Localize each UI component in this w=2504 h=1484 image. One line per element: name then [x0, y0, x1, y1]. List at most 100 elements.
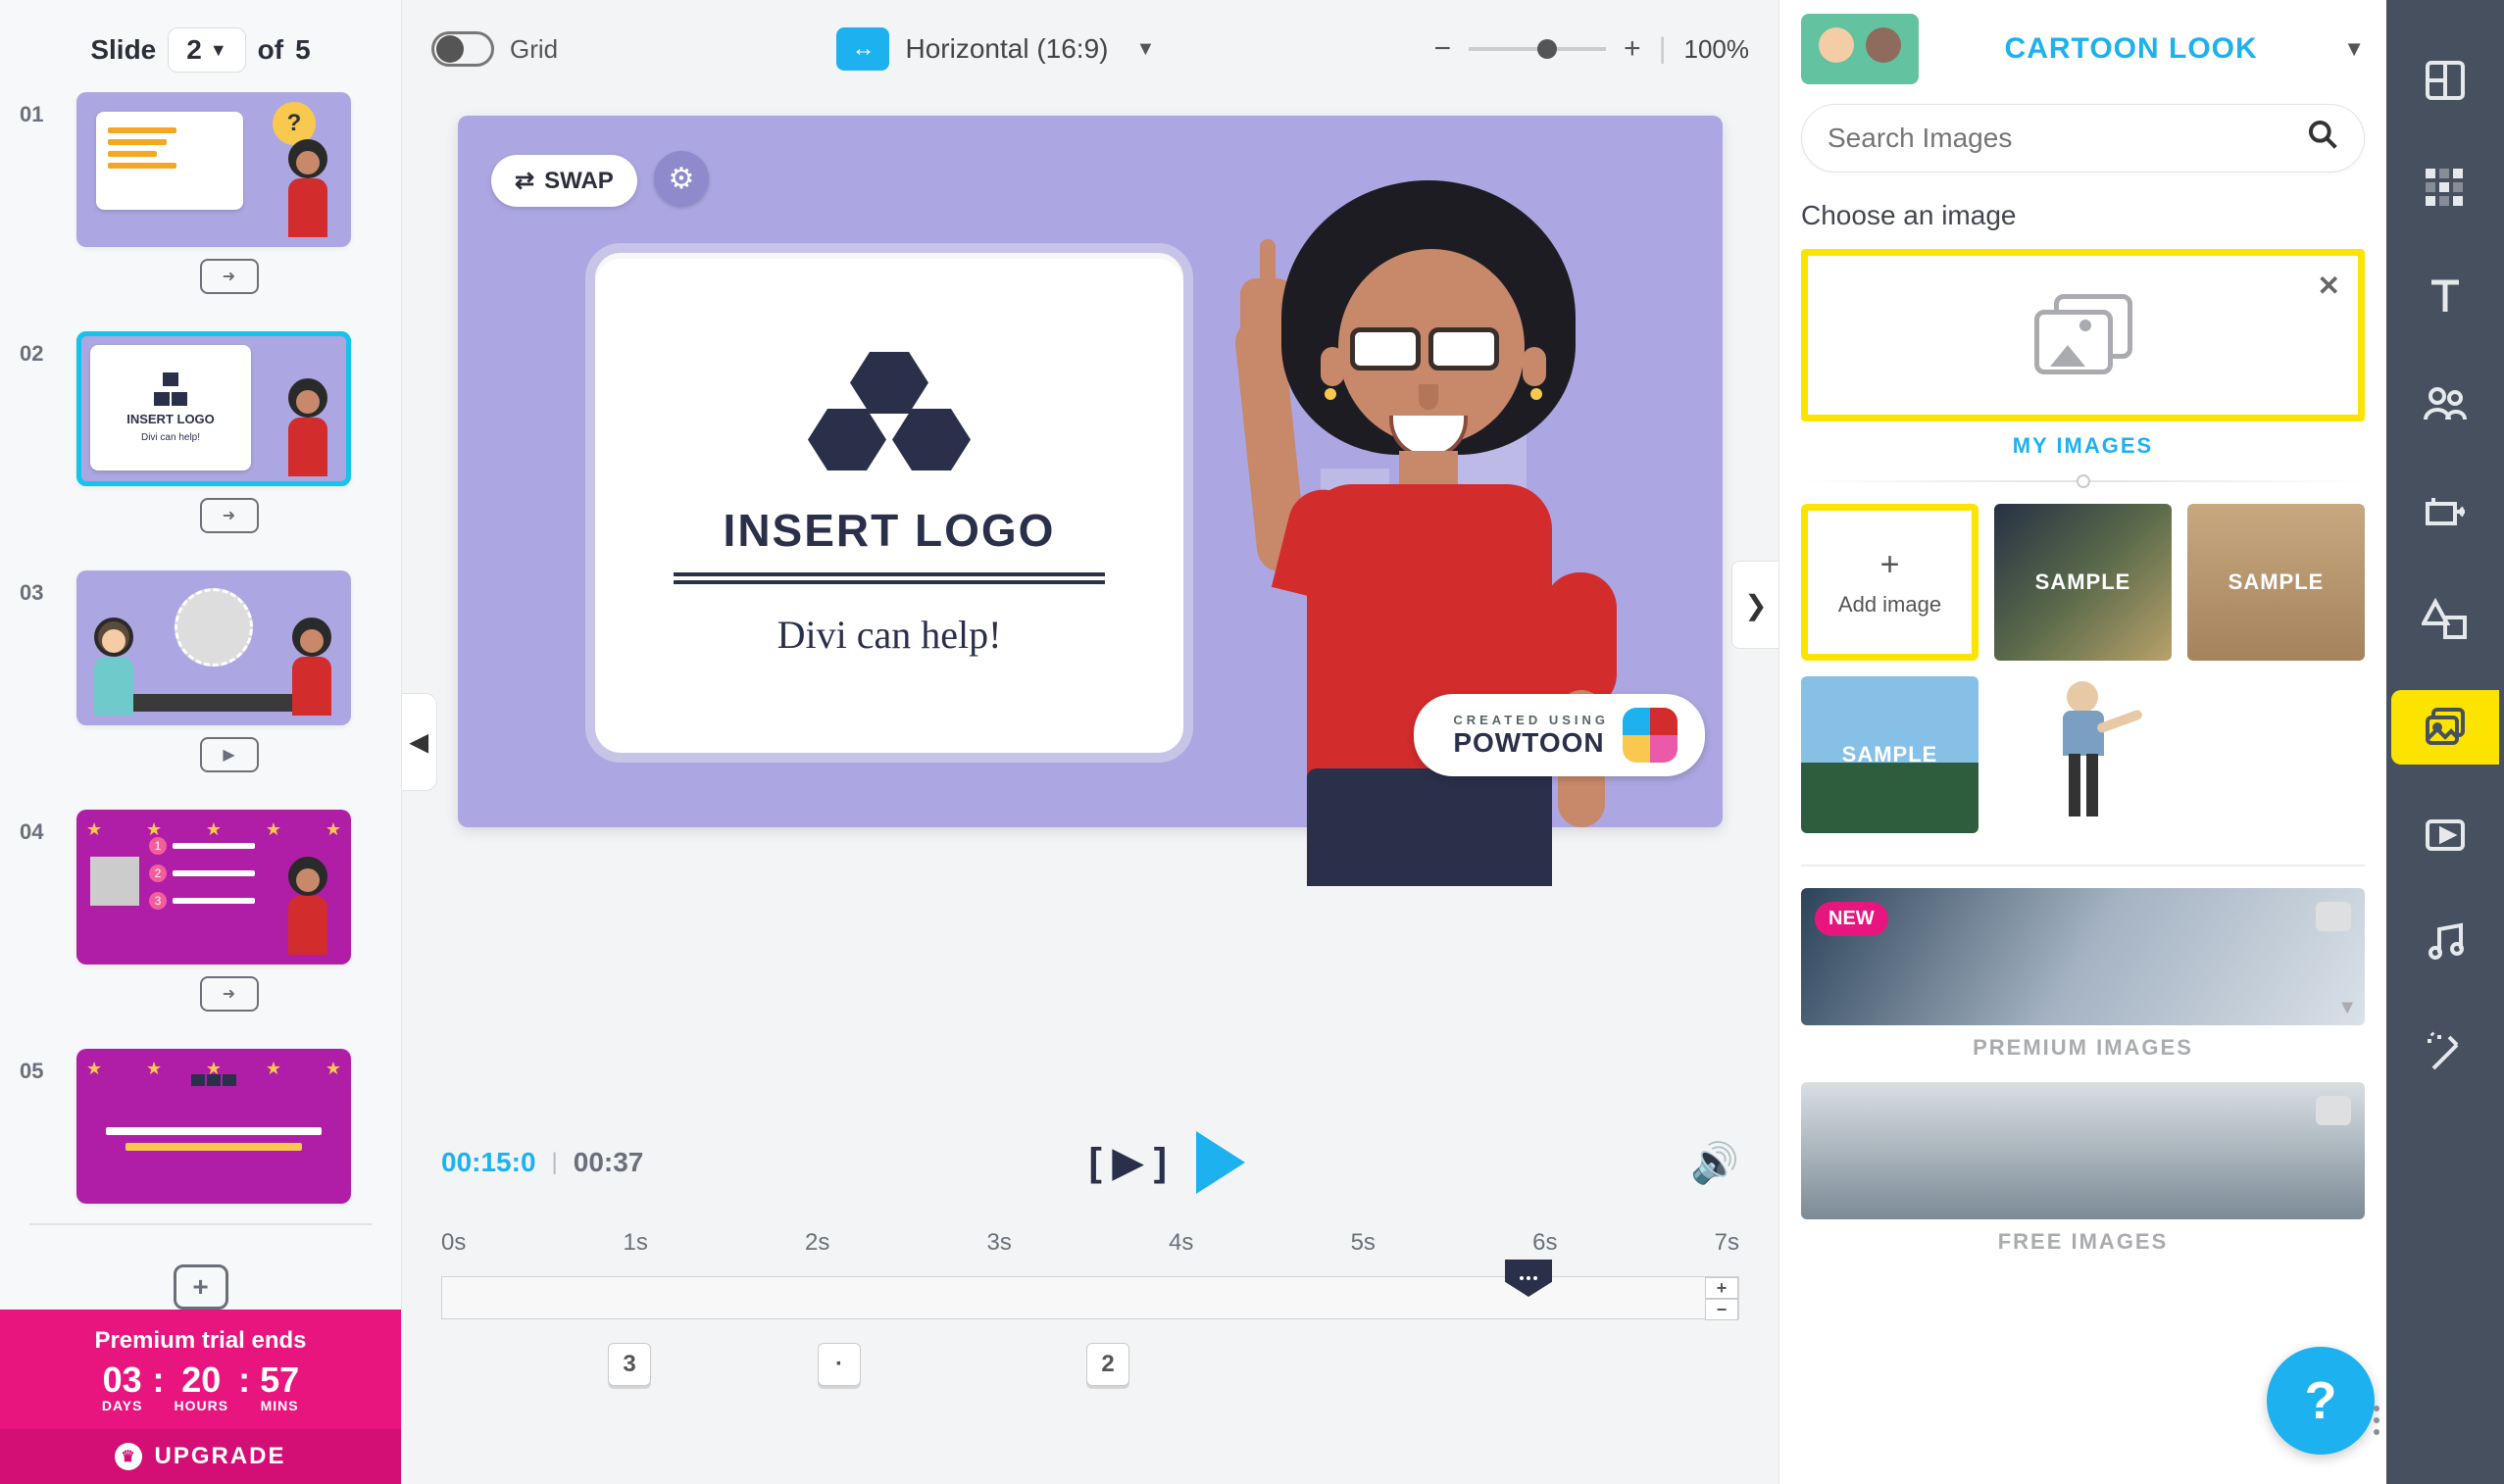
play-segment-button[interactable]: [ ▶ ] — [1088, 1140, 1167, 1185]
volume-button[interactable]: 🔊 — [1690, 1140, 1739, 1186]
sample-image[interactable] — [1994, 676, 2172, 833]
transition-button[interactable]: ➜ — [200, 976, 259, 1012]
logo-card[interactable]: INSERT LOGO Divi can help! — [585, 243, 1193, 763]
slide-total: 5 — [295, 34, 311, 66]
timeline-item[interactable]: 2 — [1086, 1343, 1129, 1386]
tool-characters[interactable] — [2408, 367, 2482, 441]
timeline-item[interactable]: 3 — [608, 1343, 651, 1386]
time-total: 00:37 — [574, 1147, 644, 1178]
premium-images-promo[interactable]: NEW ▼ — [1801, 888, 2365, 1025]
premium-images-label: PREMIUM IMAGES — [1801, 1035, 2365, 1061]
zoom-out-button[interactable]: − — [1434, 32, 1452, 66]
editor-topbar: Grid ↔ Horizontal (16:9) ▼ − + | 100% — [402, 0, 1778, 98]
tool-audio[interactable] — [2408, 906, 2482, 980]
close-icon[interactable]: ✕ — [2318, 270, 2340, 302]
look-selector[interactable]: CARTOON LOOK ▼ — [1801, 14, 2365, 84]
slide-thumbnails: 01 ? ➜ 02 — [0, 92, 401, 1484]
transition-button[interactable]: ➜ — [200, 498, 259, 533]
slide-of: of — [258, 34, 283, 66]
aspect-icon: ↔ — [836, 27, 889, 71]
image-grid: + Add image SAMPLE SAMPLE SAMPLE — [1801, 504, 2365, 833]
timeline-marker[interactable] — [1505, 1260, 1552, 1297]
thumb-index: 01 — [20, 92, 59, 127]
choose-image-label: Choose an image — [1801, 200, 2365, 231]
upgrade-button[interactable]: ♛ UPGRADE — [0, 1429, 401, 1484]
slide-canvas[interactable]: ⇄ SWAP ⚙ INSERT LOGO Divi can help! — [458, 116, 1723, 827]
slide-nav: Slide 2 ▼ of 5 — [0, 0, 401, 92]
tool-props[interactable] — [2408, 474, 2482, 549]
character[interactable] — [1223, 180, 1644, 925]
zoom-in-button[interactable]: + — [1624, 32, 1641, 66]
crown-icon: ♛ — [115, 1443, 142, 1470]
chevron-down-icon: ▼ — [1135, 38, 1155, 61]
slide-number-selector[interactable]: 2 ▼ — [168, 27, 245, 73]
gear-icon: ⚙ — [669, 162, 695, 196]
transition-button[interactable]: ▶ — [200, 737, 259, 772]
plus-icon: + — [1880, 546, 1900, 584]
sample-image[interactable]: SAMPLE — [1801, 676, 1978, 833]
images-icon — [2034, 294, 2132, 376]
slide-thumb-4[interactable]: ★★★★★ 1 2 3 — [76, 810, 351, 965]
new-badge: NEW — [1815, 902, 1888, 936]
timeline-track[interactable]: + − — [441, 1276, 1739, 1319]
timeline-zoom-out[interactable]: − — [1705, 1299, 1738, 1320]
slides-sidebar: Slide 2 ▼ of 5 01 ? ➜ — [0, 0, 402, 1484]
more-menu[interactable] — [2367, 1406, 2386, 1435]
chevron-down-icon: ▼ — [2343, 36, 2365, 62]
thumb-index: 03 — [20, 570, 59, 606]
timeline-item[interactable]: · — [818, 1343, 861, 1386]
premium-banner: Premium trial ends 03DAYS : 20HOURS : 57… — [0, 1310, 401, 1484]
tool-images[interactable] — [2391, 690, 2499, 765]
zoom-slider[interactable] — [1469, 47, 1606, 51]
sample-image[interactable]: SAMPLE — [2187, 504, 2365, 661]
play-button[interactable] — [1196, 1131, 1245, 1194]
zoom-display: 100% — [1683, 34, 1749, 65]
timeline: 00:15:0 | 00:37 [ ▶ ] 🔊 0s 1s 2s 3s 4s 5… — [402, 1112, 1778, 1484]
countdown: 03DAYS : 20HOURS : 57MINS — [10, 1362, 391, 1413]
help-button[interactable]: ? — [2267, 1347, 2375, 1455]
powtoon-badge: CREATED USING POWTOON — [1414, 694, 1705, 776]
swap-button[interactable]: ⇄ SWAP — [491, 155, 637, 207]
search-images[interactable] — [1801, 104, 2365, 173]
switch-icon[interactable] — [431, 31, 494, 67]
camera-icon — [2316, 902, 2351, 931]
slide-thumb-3[interactable] — [76, 570, 351, 725]
slide-label: Slide — [90, 34, 156, 66]
tool-text[interactable] — [2408, 259, 2482, 333]
tool-magic[interactable] — [2408, 1014, 2482, 1088]
insert-logo-text: INSERT LOGO — [724, 504, 1056, 557]
editor-main: Grid ↔ Horizontal (16:9) ▼ − + | 100% ⇄ … — [402, 0, 1778, 1484]
next-slide-button[interactable]: ❯ — [1731, 561, 1780, 649]
slide-thumb-2[interactable]: INSERT LOGO Divi can help! — [76, 331, 351, 486]
sidebar-collapse-handle[interactable]: ◀ — [402, 693, 437, 791]
swap-icon: ⇄ — [515, 167, 534, 195]
grid-toggle[interactable]: Grid — [431, 31, 558, 67]
search-icon[interactable] — [2307, 119, 2338, 158]
transition-button[interactable]: ➜ — [200, 259, 259, 294]
slide-subtitle: Divi can help! — [777, 612, 1002, 658]
chevron-down-icon[interactable]: ▼ — [2337, 997, 2357, 1019]
look-thumbnail — [1801, 14, 1919, 84]
tool-layout[interactable] — [2408, 43, 2482, 118]
my-images-tile[interactable]: ✕ — [1801, 249, 2365, 421]
camera-icon — [2316, 1096, 2351, 1125]
slide-thumb-5[interactable]: ★★★★★ — [76, 1049, 351, 1204]
zoom-control: − + | 100% — [1434, 32, 1749, 66]
my-images-label: MY IMAGES — [1801, 433, 2365, 459]
tool-rail — [2386, 0, 2504, 1484]
settings-button[interactable]: ⚙ — [654, 151, 709, 206]
add-image-button[interactable]: + Add image — [1801, 504, 1978, 661]
tool-shapes[interactable] — [2408, 582, 2482, 657]
assets-panel: CARTOON LOOK ▼ Choose an image ✕ MY IMAG… — [1778, 0, 2386, 1484]
tool-background[interactable] — [2408, 151, 2482, 225]
slide-thumb-1[interactable]: ? — [76, 92, 351, 247]
powtoon-logo-icon — [1623, 708, 1678, 763]
aspect-ratio-selector[interactable]: ↔ Horizontal (16:9) ▼ — [836, 27, 1155, 71]
premium-ends-label: Premium trial ends — [10, 1327, 391, 1355]
tool-video[interactable] — [2408, 798, 2482, 872]
search-input[interactable] — [1828, 123, 2307, 154]
sample-image[interactable]: SAMPLE — [1994, 504, 2172, 661]
thumb-index: 05 — [20, 1049, 59, 1084]
timeline-zoom-in[interactable]: + — [1705, 1277, 1738, 1299]
free-images-promo[interactable] — [1801, 1082, 2365, 1219]
